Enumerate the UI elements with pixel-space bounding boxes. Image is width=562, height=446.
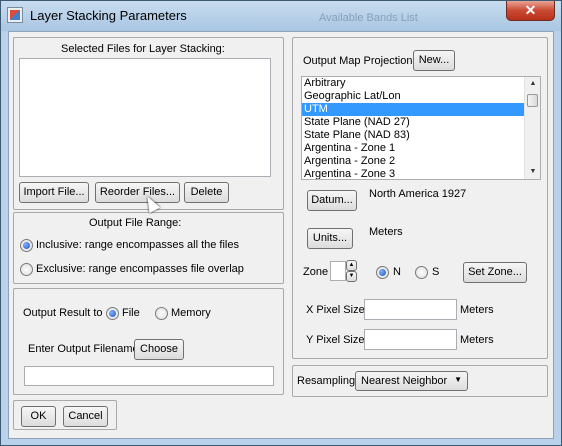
output-filename-input[interactable] xyxy=(24,366,274,386)
hemisphere-n-radio[interactable] xyxy=(376,266,389,279)
ok-button[interactable]: OK xyxy=(21,406,56,427)
reorder-files-button[interactable]: Reorder Files... xyxy=(95,182,180,203)
choose-button[interactable]: Choose xyxy=(134,339,184,360)
output-file-label[interactable]: File xyxy=(122,307,140,319)
files-heading: Selected Files for Layer Stacking: xyxy=(61,43,225,55)
footer-group: OK Cancel xyxy=(13,400,117,430)
chevron-down-icon: ▼ xyxy=(454,375,462,384)
scroll-down-icon[interactable]: ▼ xyxy=(525,165,540,179)
new-projection-button[interactable]: New... xyxy=(413,50,455,71)
exclusive-radio[interactable] xyxy=(20,263,33,276)
x-pixel-unit: Meters xyxy=(460,304,494,316)
output-memory-radio[interactable] xyxy=(155,307,168,320)
projection-item-geographic[interactable]: Geographic Lat/Lon xyxy=(302,90,540,103)
resampling-value: Nearest Neighbor xyxy=(361,375,448,387)
selected-files-list[interactable] xyxy=(19,58,271,177)
datum-button[interactable]: Datum... xyxy=(307,190,357,211)
projection-item-argentina-3[interactable]: Argentina - Zone 3 xyxy=(302,168,540,179)
projection-item-argentina-1[interactable]: Argentina - Zone 1 xyxy=(302,142,540,155)
projection-item-argentina-2[interactable]: Argentina - Zone 2 xyxy=(302,155,540,168)
app-icon xyxy=(7,7,23,23)
range-group: Output File Range: Inclusive: range enco… xyxy=(13,212,284,284)
units-button[interactable]: Units... xyxy=(307,228,353,249)
x-pixel-input[interactable] xyxy=(364,299,457,320)
projection-item-utm[interactable]: UTM xyxy=(302,103,540,116)
resampling-label: Resampling xyxy=(297,375,356,387)
window-title: Layer Stacking Parameters xyxy=(30,8,187,23)
scroll-thumb[interactable] xyxy=(527,94,538,107)
y-pixel-unit: Meters xyxy=(460,334,494,346)
zone-spin-down-icon[interactable]: ▼ xyxy=(346,271,357,282)
hemisphere-n-label[interactable]: N xyxy=(393,266,401,278)
output-result-label: Output Result to xyxy=(23,307,103,319)
projection-item-arbitrary[interactable]: Arbitrary xyxy=(302,77,540,90)
dialog-window: Layer Stacking Parameters Available Band… xyxy=(0,0,562,446)
units-value: Meters xyxy=(369,226,403,238)
projection-item-state-plane-nad27[interactable]: State Plane (NAD 27) xyxy=(302,116,540,129)
background-window-title: Available Bands List xyxy=(319,12,418,24)
zone-label: Zone xyxy=(303,266,329,278)
output-file-radio[interactable] xyxy=(106,307,119,320)
delete-button[interactable]: Delete xyxy=(184,182,229,203)
dialog-client: Selected Files for Layer Stacking: Impor… xyxy=(8,31,554,439)
zone-input[interactable] xyxy=(330,261,346,281)
output-group: Output Result to File Memory Enter Outpu… xyxy=(13,288,284,395)
hemisphere-s-radio[interactable] xyxy=(415,266,428,279)
resampling-dropdown[interactable]: Nearest Neighbor ▼ xyxy=(355,371,468,391)
import-file-button[interactable]: Import File... xyxy=(19,182,89,203)
x-pixel-label: X Pixel Size xyxy=(306,304,365,316)
y-pixel-label: Y Pixel Size xyxy=(306,334,365,346)
projection-heading: Output Map Projection xyxy=(303,55,413,67)
projection-items: Arbitrary Geographic Lat/Lon UTM State P… xyxy=(302,77,540,179)
set-zone-button[interactable]: Set Zone... xyxy=(463,262,527,283)
y-pixel-input[interactable] xyxy=(364,329,457,350)
range-heading: Output File Range: xyxy=(89,217,182,229)
projection-scrollbar[interactable]: ▲ ▼ xyxy=(524,77,540,179)
datum-value: North America 1927 xyxy=(369,188,467,200)
projection-list[interactable]: Arbitrary Geographic Lat/Lon UTM State P… xyxy=(301,76,541,180)
resampling-group: Resampling Nearest Neighbor ▼ xyxy=(292,365,548,397)
output-memory-label[interactable]: Memory xyxy=(171,307,211,319)
close-button[interactable]: ✕ xyxy=(506,1,555,21)
output-filename-label: Enter Output Filename xyxy=(28,343,139,355)
title-bar[interactable]: Layer Stacking Parameters Available Band… xyxy=(1,1,561,31)
projection-item-state-plane-nad83[interactable]: State Plane (NAD 83) xyxy=(302,129,540,142)
inclusive-radio[interactable] xyxy=(20,239,33,252)
inclusive-label[interactable]: Inclusive: range encompasses all the fil… xyxy=(36,239,239,251)
exclusive-label[interactable]: Exclusive: range encompasses file overla… xyxy=(36,263,244,275)
zone-spin-up-icon[interactable]: ▲ xyxy=(346,260,357,271)
scroll-up-icon[interactable]: ▲ xyxy=(525,77,540,91)
hemisphere-s-label[interactable]: S xyxy=(432,266,439,278)
projection-group: Output Map Projection New... Arbitrary G… xyxy=(292,37,548,359)
cancel-button[interactable]: Cancel xyxy=(63,406,108,427)
files-group: Selected Files for Layer Stacking: Impor… xyxy=(13,37,284,210)
